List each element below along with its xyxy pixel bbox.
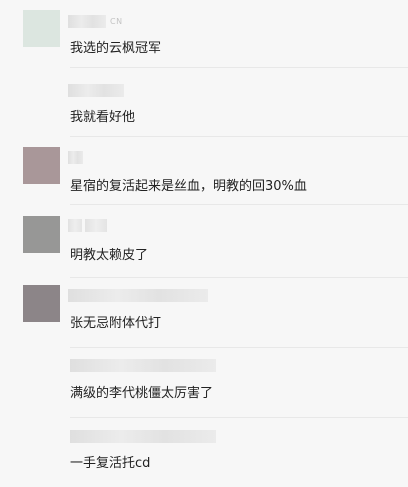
comment-list: CN 我选的云枫冠军 我就看好他 星宿的复活起来是丝血，明教的回30%血 明教太… (0, 0, 408, 487)
username[interactable] (68, 219, 82, 232)
avatar[interactable] (23, 285, 60, 322)
comment-item: 星宿的复活起来是丝血，明教的回30%血 (0, 137, 408, 205)
comment-text: 满级的李代桃僵太厉害了 (70, 386, 214, 401)
username-suffix[interactable] (85, 219, 107, 232)
username[interactable] (70, 430, 216, 443)
avatar[interactable] (23, 10, 60, 47)
comment-text: 一手复活托cd (70, 456, 151, 471)
comment-text: 我就看好他 (70, 110, 136, 125)
username[interactable] (68, 84, 124, 97)
region-tag: CN (110, 17, 123, 26)
username[interactable] (68, 15, 106, 28)
comment-item: 张无忌附体代打 (0, 277, 408, 348)
comment-item: 一手复活托cd (0, 418, 408, 487)
comment-text: 我选的云枫冠军 (70, 41, 162, 56)
comment-item: 明教太赖皮了 (0, 205, 408, 278)
avatar[interactable] (23, 216, 60, 253)
comment-item: 满级的李代桃僵太厉害了 (0, 348, 408, 420)
username[interactable] (68, 289, 208, 302)
comment-item: 我就看好他 (0, 68, 408, 137)
comment-text: 明教太赖皮了 (70, 248, 149, 263)
avatar[interactable] (23, 147, 60, 184)
username[interactable] (68, 151, 83, 164)
username[interactable] (70, 359, 216, 372)
comment-item: CN 我选的云枫冠军 (0, 0, 408, 68)
comment-text: 星宿的复活起来是丝血，明教的回30%血 (70, 179, 307, 194)
comment-text: 张无忌附体代打 (70, 316, 162, 331)
